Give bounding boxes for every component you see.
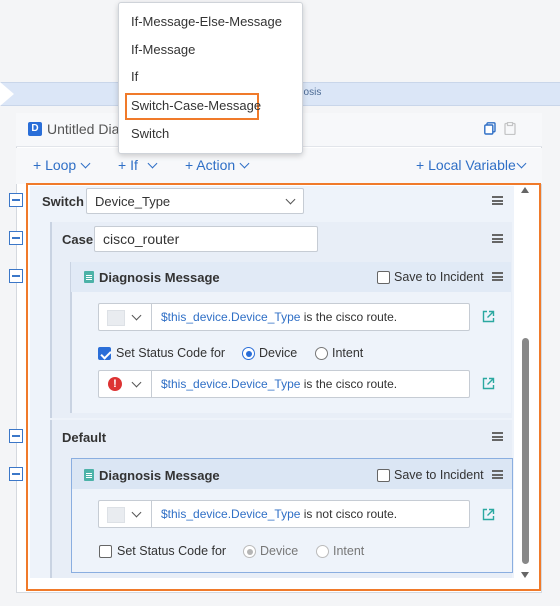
switch-label: Switch [42,194,84,209]
default-menu-icon[interactable] [492,432,503,441]
collapse-default-toggle[interactable] [9,429,23,443]
diagnosis-2-message-text: $this_device.Device_Type is not cisco ro… [161,507,398,521]
diagnosis-2-radio-intent-label: Intent [333,544,365,558]
menu-item-switch-case-message[interactable]: Switch-Case-Message [131,98,261,113]
severity-chevron-down-icon[interactable] [131,507,142,518]
diagnosis-1-status-checkbox[interactable] [98,347,111,360]
paste-icon[interactable] [504,122,516,135]
collapse-switch-toggle[interactable] [9,193,23,207]
diagnosis-1-radio-intent[interactable] [315,347,328,360]
menu-item-if-message-else-message[interactable]: If-Message-Else-Message [131,14,282,29]
diagnosis-2-radio-device[interactable] [243,545,256,558]
case-label: Case [62,232,94,247]
case-menu-icon[interactable] [492,234,503,243]
diagnosis-2-menu-icon[interactable] [492,470,503,479]
open-external-icon[interactable] [482,377,495,390]
separator [151,304,152,330]
add-local-variable-button[interactable]: + Local Variable [416,157,516,173]
scroll-down-arrow-icon[interactable] [521,572,529,578]
diagnosis-doc-icon: D [28,122,42,136]
message-doc-icon [84,271,94,283]
diagnosis-1-status-message-field[interactable]: ! $this_device.Device_Type is the cisco … [98,370,470,398]
case-value-input[interactable]: cisco_router [94,226,318,252]
switch-variable-select[interactable]: Device_Type [86,188,304,214]
diagnosis-1-message-text: $this_device.Device_Type is the cisco ro… [161,310,398,324]
add-action-button[interactable]: + Action [185,157,235,173]
collapse-case-toggle[interactable] [9,231,23,245]
chevron-down-icon [285,194,296,205]
message-doc-icon [84,469,94,481]
error-icon: ! [108,377,122,391]
if-dropdown-menu: If-Message-Else-Message If-Message If Sw… [118,2,303,154]
severity-placeholder-icon [107,507,125,523]
diagnosis-2-save-checkbox[interactable] [377,469,390,482]
separator [151,371,152,397]
ribbon-arrow-icon [0,82,14,106]
diagnosis-2-save-label: Save to Incident [394,468,484,482]
menu-item-if[interactable]: If [131,69,138,84]
switch-variable-value: Device_Type [95,194,171,209]
diagnosis-1-radio-device-label: Device [259,346,298,360]
diagnosis-1-status-message-text: $this_device.Device_Type is the cisco ro… [161,377,398,391]
scroll-up-arrow-icon[interactable] [521,187,529,193]
diagnosis-1-status-label: Set Status Code for [116,346,226,360]
open-external-icon[interactable] [482,310,495,323]
add-if-button[interactable]: + If [118,157,138,173]
copy-icon[interactable] [484,122,496,135]
diagnosis-1-radio-device[interactable] [242,347,255,360]
diagnosis-1-message-field[interactable]: $this_device.Device_Type is the cisco ro… [98,303,470,331]
diagnosis-1-title: Diagnosis Message [99,270,220,285]
menu-item-switch[interactable]: Switch [131,126,169,141]
separator [151,501,152,527]
diagnosis-1-save-label: Save to Incident [394,270,484,284]
diagnosis-2-radio-intent[interactable] [316,545,329,558]
open-external-icon[interactable] [482,508,495,521]
severity-placeholder-icon [107,310,125,326]
menu-item-if-message[interactable]: If-Message [131,42,195,57]
collapse-diagnosis-1-toggle[interactable] [9,269,23,283]
diagnosis-2-status-label: Set Status Code for [117,544,227,558]
status-chevron-down-icon[interactable] [131,377,142,388]
diagnosis-2-title: Diagnosis Message [99,468,220,483]
diagnosis-2-radio-device-label: Device [260,544,299,558]
scrollbar-thumb[interactable] [522,338,529,564]
add-loop-button[interactable]: + Loop [33,157,76,173]
switch-menu-icon[interactable] [492,196,503,205]
diagnosis-2-status-checkbox[interactable] [99,545,112,558]
editor-title: Untitled Dia [47,121,120,137]
default-label: Default [62,430,107,445]
diagnosis-1-radio-intent-label: Intent [332,346,364,360]
diagnosis-1-save-checkbox[interactable] [377,271,390,284]
diagnosis-1-menu-icon[interactable] [492,272,503,281]
diagnosis-2-message-field[interactable]: $this_device.Device_Type is not cisco ro… [98,500,470,528]
collapse-diagnosis-2-toggle[interactable] [9,467,23,481]
severity-chevron-down-icon[interactable] [131,310,142,321]
